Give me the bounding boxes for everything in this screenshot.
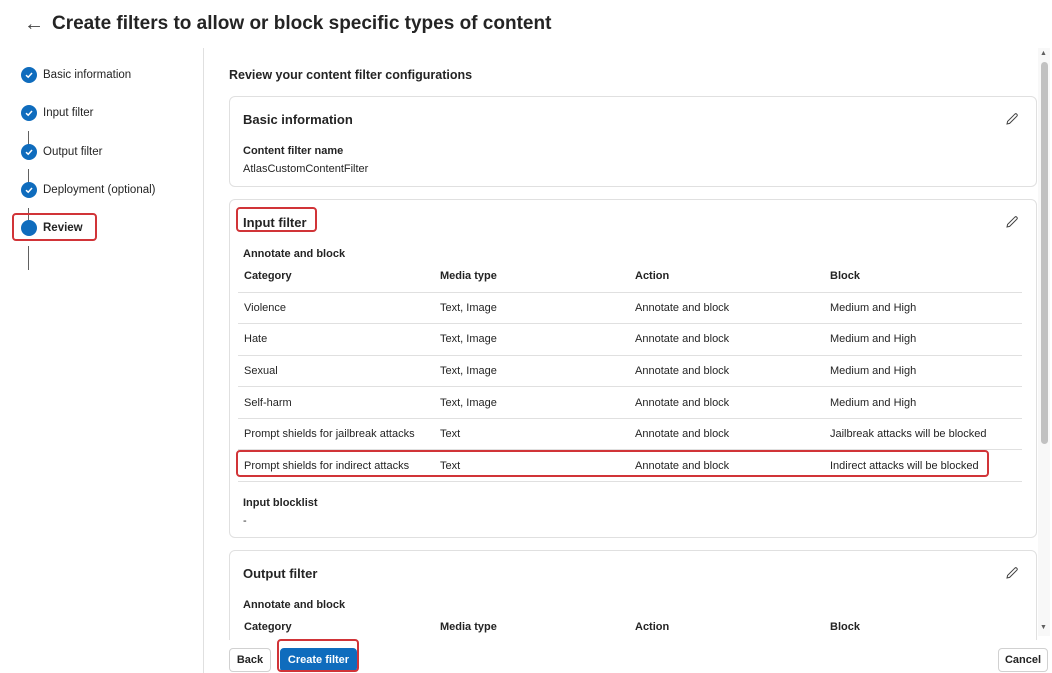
check-icon <box>21 105 37 121</box>
table-cell: Medium and High <box>824 323 1022 356</box>
table-cell: Prompt shields for indirect attacks <box>238 449 434 483</box>
table-cell: Text, Image <box>434 292 629 325</box>
card-title: Input filter <box>243 215 307 230</box>
table-cell: Medium and High <box>824 355 1022 388</box>
table-cell: Hate <box>238 323 434 356</box>
table-cell: Annotate and block <box>629 355 824 388</box>
column-header: Category <box>238 611 434 640</box>
input-blocklist-value: - <box>243 515 247 527</box>
step-label: Review <box>43 222 83 234</box>
edit-pencil-icon[interactable] <box>1004 214 1020 230</box>
content-filter-name-label: Content filter name <box>243 145 344 157</box>
table-cell: Text, Image <box>434 386 629 419</box>
annotate-block-subheading: Annotate and block <box>243 599 346 611</box>
input-blocklist-label: Input blocklist <box>243 497 318 509</box>
table-cell: Prompt shields for jailbreak attacks <box>238 418 434 451</box>
basic-information-card: Basic information Content filter name At… <box>229 96 1037 187</box>
current-step-dot-icon <box>21 220 37 236</box>
back-button[interactable]: Back <box>229 648 271 672</box>
table-row: Prompt shields for indirect attacks Text… <box>238 449 1022 483</box>
table-cell: Indirect attacks will be blocked <box>824 449 1022 483</box>
table-cell: Annotate and block <box>629 386 824 419</box>
table-row: Prompt shields for jailbreak attacks Tex… <box>238 418 1022 451</box>
content-filter-name-value: AtlasCustomContentFilter <box>243 163 369 175</box>
table-cell: Sexual <box>238 355 434 388</box>
column-header: Action <box>629 611 824 640</box>
scroll-down-arrow-icon[interactable]: ▼ <box>1040 624 1047 631</box>
step-label: Basic information <box>43 69 132 81</box>
table-cell: Text, Image <box>434 323 629 356</box>
column-header: Media type <box>434 611 629 640</box>
column-header: Block <box>824 260 1022 293</box>
column-header: Action <box>629 260 824 293</box>
table-row: Violence Text, Image Annotate and block … <box>238 292 1022 325</box>
section-title: Review your content filter configuration… <box>229 68 473 82</box>
table-row: Sexual Text, Image Annotate and block Me… <box>238 355 1022 388</box>
edit-pencil-icon[interactable] <box>1004 565 1020 581</box>
page-header: ← Create filters to allow or block speci… <box>0 0 1052 48</box>
check-icon <box>21 182 37 198</box>
table-cell: Annotate and block <box>629 292 824 325</box>
card-title: Basic information <box>243 112 353 127</box>
table-cell: Medium and High <box>824 386 1022 419</box>
output-filter-table: Category Media type Action Block <box>238 611 1022 640</box>
check-icon <box>21 67 37 83</box>
table-header-row: Category Media type Action Block <box>238 611 1022 640</box>
table-cell: Annotate and block <box>629 418 824 451</box>
cancel-button[interactable]: Cancel <box>998 648 1048 672</box>
table-cell: Text <box>434 418 629 451</box>
step-label: Output filter <box>43 146 103 158</box>
input-filter-card: Input filter Annotate and block Category… <box>229 199 1037 538</box>
create-filter-button[interactable]: Create filter <box>280 648 357 672</box>
input-filter-table: Category Media type Action Block Violenc… <box>238 260 1022 483</box>
step-connector <box>28 246 29 270</box>
table-cell: Annotate and block <box>629 449 824 483</box>
back-arrow-icon[interactable]: ← <box>24 14 50 34</box>
table-row: Self-harm Text, Image Annotate and block… <box>238 386 1022 419</box>
table-cell: Annotate and block <box>629 323 824 356</box>
scrollbar-thumb[interactable] <box>1041 62 1048 444</box>
scroll-up-arrow-icon[interactable]: ▲ <box>1040 50 1047 57</box>
table-cell: Violence <box>238 292 434 325</box>
table-cell: Text <box>434 449 629 483</box>
check-icon <box>21 144 37 160</box>
table-cell: Medium and High <box>824 292 1022 325</box>
step-label: Deployment (optional) <box>43 184 156 196</box>
annotate-block-subheading: Annotate and block <box>243 248 346 260</box>
page-title: Create filters to allow or block specifi… <box>52 13 552 34</box>
edit-pencil-icon[interactable] <box>1004 111 1020 127</box>
footer-actions: Back Create filter Cancel <box>205 640 1052 673</box>
vertical-scrollbar[interactable]: ▲ ▼ <box>1038 48 1050 636</box>
table-header-row: Category Media type Action Block <box>238 260 1022 293</box>
review-content: Review your content filter configuration… <box>205 48 1038 640</box>
table-row: Hate Text, Image Annotate and block Medi… <box>238 323 1022 356</box>
column-header: Media type <box>434 260 629 293</box>
table-cell: Self-harm <box>238 386 434 419</box>
column-header: Category <box>238 260 434 293</box>
wizard-stepper <box>0 48 204 673</box>
output-filter-card: Output filter Annotate and block Categor… <box>229 550 1037 640</box>
table-cell: Jailbreak attacks will be blocked <box>824 418 1022 451</box>
card-title: Output filter <box>243 566 318 581</box>
step-label: Input filter <box>43 107 94 119</box>
column-header: Block <box>824 611 1022 640</box>
table-cell: Text, Image <box>434 355 629 388</box>
